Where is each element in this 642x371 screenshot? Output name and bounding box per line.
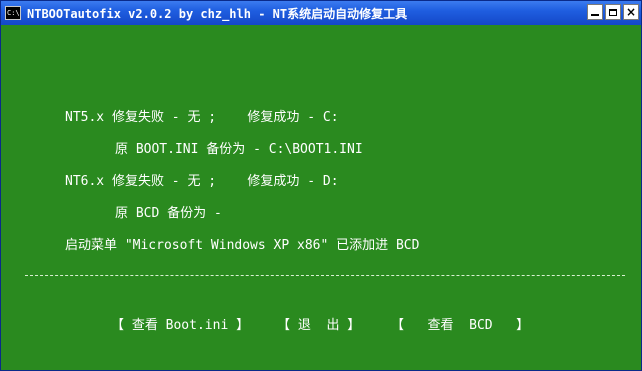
nt6-status-line: NT6.x 修复失败 - 无 ; 修复成功 - D: <box>65 174 339 189</box>
view-bcd-button[interactable]: 【 查看 BCD 】 <box>391 318 529 334</box>
dashed-divider <box>25 275 625 276</box>
boot-menu-added-line: 启动菜单 "Microsoft Windows XP x86" 已添加进 BCD <box>65 238 420 253</box>
console-output: NT5.x 修复失败 - 无 ; 修复成功 - C: 原 BOOT.INI 备份… <box>1 25 641 370</box>
close-icon: × <box>625 5 637 19</box>
nt5-status-line: NT5.x 修复失败 - 无 ; 修复成功 - C: <box>65 110 339 125</box>
view-boot-ini-button[interactable]: 【 查看 Boot.ini 】 <box>111 318 249 334</box>
title-bar[interactable]: C:\ NTBOOTautofix v2.0.2 by chz_hlh - NT… <box>1 1 641 25</box>
close-button[interactable]: × <box>623 4 639 20</box>
minimize-button[interactable] <box>587 4 603 20</box>
window-title: NTBOOTautofix v2.0.2 by chz_hlh - NT系统启动… <box>27 6 408 21</box>
minimize-icon <box>591 14 599 16</box>
exit-button[interactable]: 【 退 出 】 <box>277 318 360 334</box>
maximize-icon <box>609 8 617 16</box>
console-icon[interactable]: C:\ <box>5 6 21 20</box>
maximize-button[interactable] <box>605 4 621 20</box>
bcd-backup-line: 原 BCD 备份为 - <box>115 206 222 221</box>
console-window: C:\ NTBOOTautofix v2.0.2 by chz_hlh - NT… <box>0 0 642 371</box>
bootini-backup-line: 原 BOOT.INI 备份为 - C:\BOOT1.INI <box>115 142 363 157</box>
